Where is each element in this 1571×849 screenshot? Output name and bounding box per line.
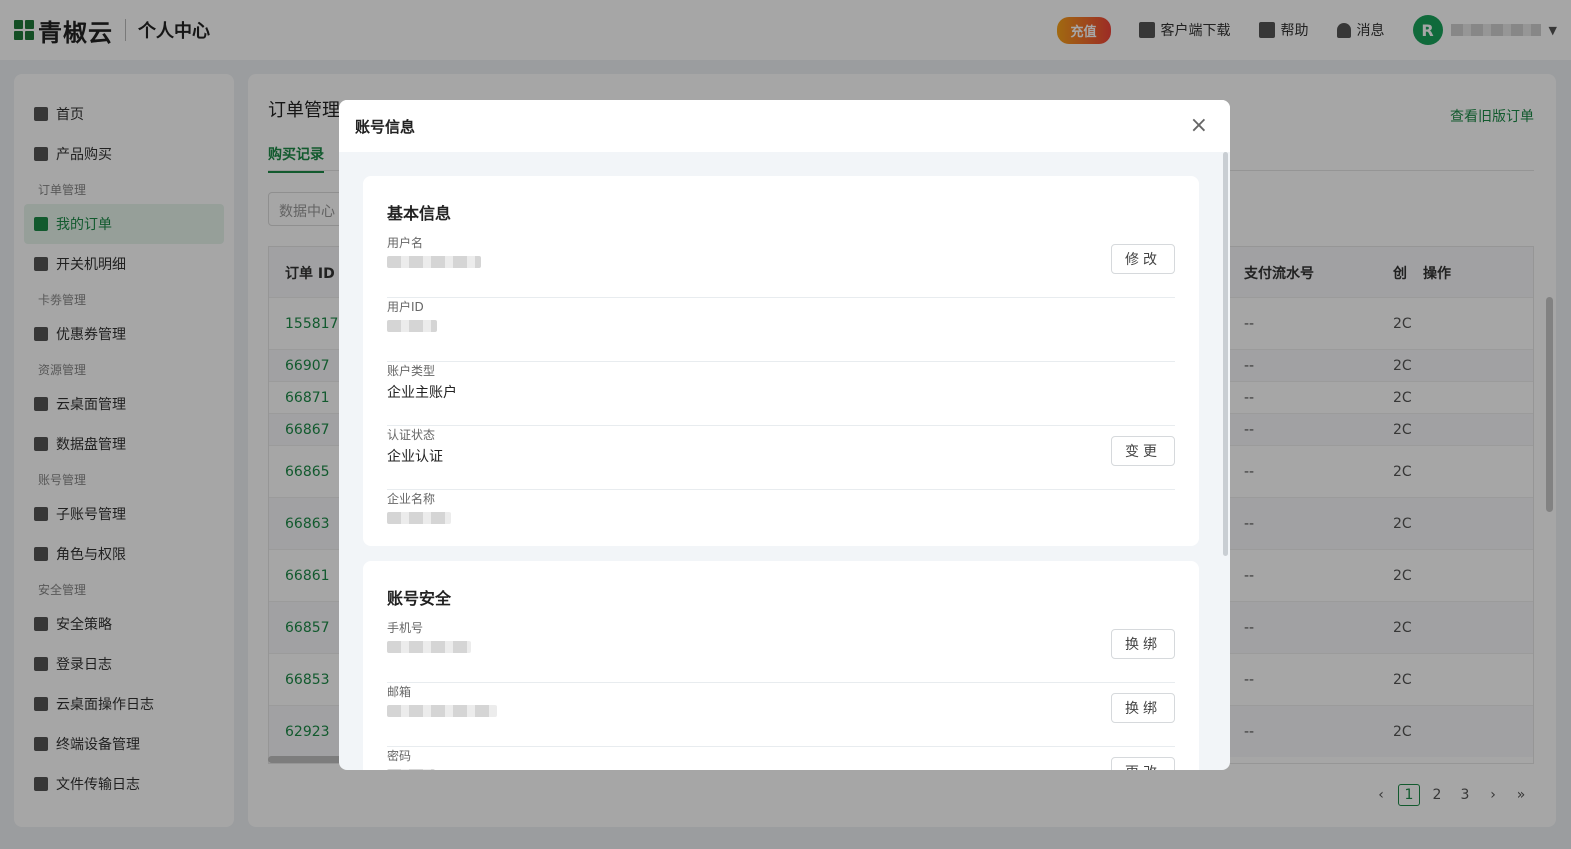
- email-label: 邮箱: [387, 685, 412, 699]
- modal-header: 账号信息 ×: [339, 100, 1230, 152]
- auth-status-label: 认证状态: [387, 428, 436, 442]
- username-field: 用户名 修改: [387, 234, 1175, 298]
- password-label: 密码: [387, 749, 412, 763]
- account-security-title: 账号安全: [387, 589, 452, 608]
- basic-info-title: 基本信息: [387, 204, 452, 223]
- phone-label: 手机号: [387, 621, 424, 635]
- company-name-field: 企业名称: [387, 490, 1175, 554]
- modal-scrollbar[interactable]: [1223, 152, 1228, 556]
- rebind-phone-button[interactable]: 换绑: [1111, 629, 1175, 659]
- change-auth-button[interactable]: 变更: [1111, 436, 1175, 466]
- account-type-field: 账户类型 企业主账户: [387, 362, 1175, 426]
- modal-title: 账号信息: [355, 117, 416, 136]
- masked-company-value: [387, 512, 451, 524]
- masked-phone-value: [387, 641, 471, 653]
- username-label: 用户名: [387, 236, 424, 250]
- masked-username-value: [387, 256, 481, 268]
- account-security-card: 账号安全 手机号 换绑 邮箱 换绑 密码 更改: [363, 561, 1199, 770]
- auth-status-field: 认证状态 企业认证 变更: [387, 426, 1175, 490]
- phone-field: 手机号 换绑: [387, 619, 1175, 683]
- email-field: 邮箱 换绑: [387, 683, 1175, 747]
- masked-email-value: [387, 705, 497, 717]
- change-password-button[interactable]: 更改: [1111, 757, 1175, 770]
- modal-body: 基本信息 用户名 修改 用户ID 账户类型 企业主账户 认证状态 企业认证 变更…: [339, 152, 1230, 770]
- userid-field: 用户ID: [387, 298, 1175, 362]
- close-icon[interactable]: ×: [1190, 115, 1208, 137]
- account-type-value: 企业主账户: [387, 385, 457, 401]
- password-field: 密码 更改: [387, 747, 1175, 770]
- account-type-label: 账户类型: [387, 364, 436, 378]
- masked-userid-value: [387, 320, 437, 332]
- modify-username-button[interactable]: 修改: [1111, 244, 1175, 274]
- auth-status-value: 企业认证: [387, 449, 443, 465]
- company-name-label: 企业名称: [387, 492, 436, 506]
- basic-info-card: 基本信息 用户名 修改 用户ID 账户类型 企业主账户 认证状态 企业认证 变更…: [363, 176, 1199, 546]
- masked-password-value: [387, 769, 435, 770]
- account-info-modal: 账号信息 × 基本信息 用户名 修改 用户ID 账户类型 企业主账户 认证状态 …: [339, 100, 1230, 770]
- userid-label: 用户ID: [387, 300, 424, 314]
- rebind-email-button[interactable]: 换绑: [1111, 693, 1175, 723]
